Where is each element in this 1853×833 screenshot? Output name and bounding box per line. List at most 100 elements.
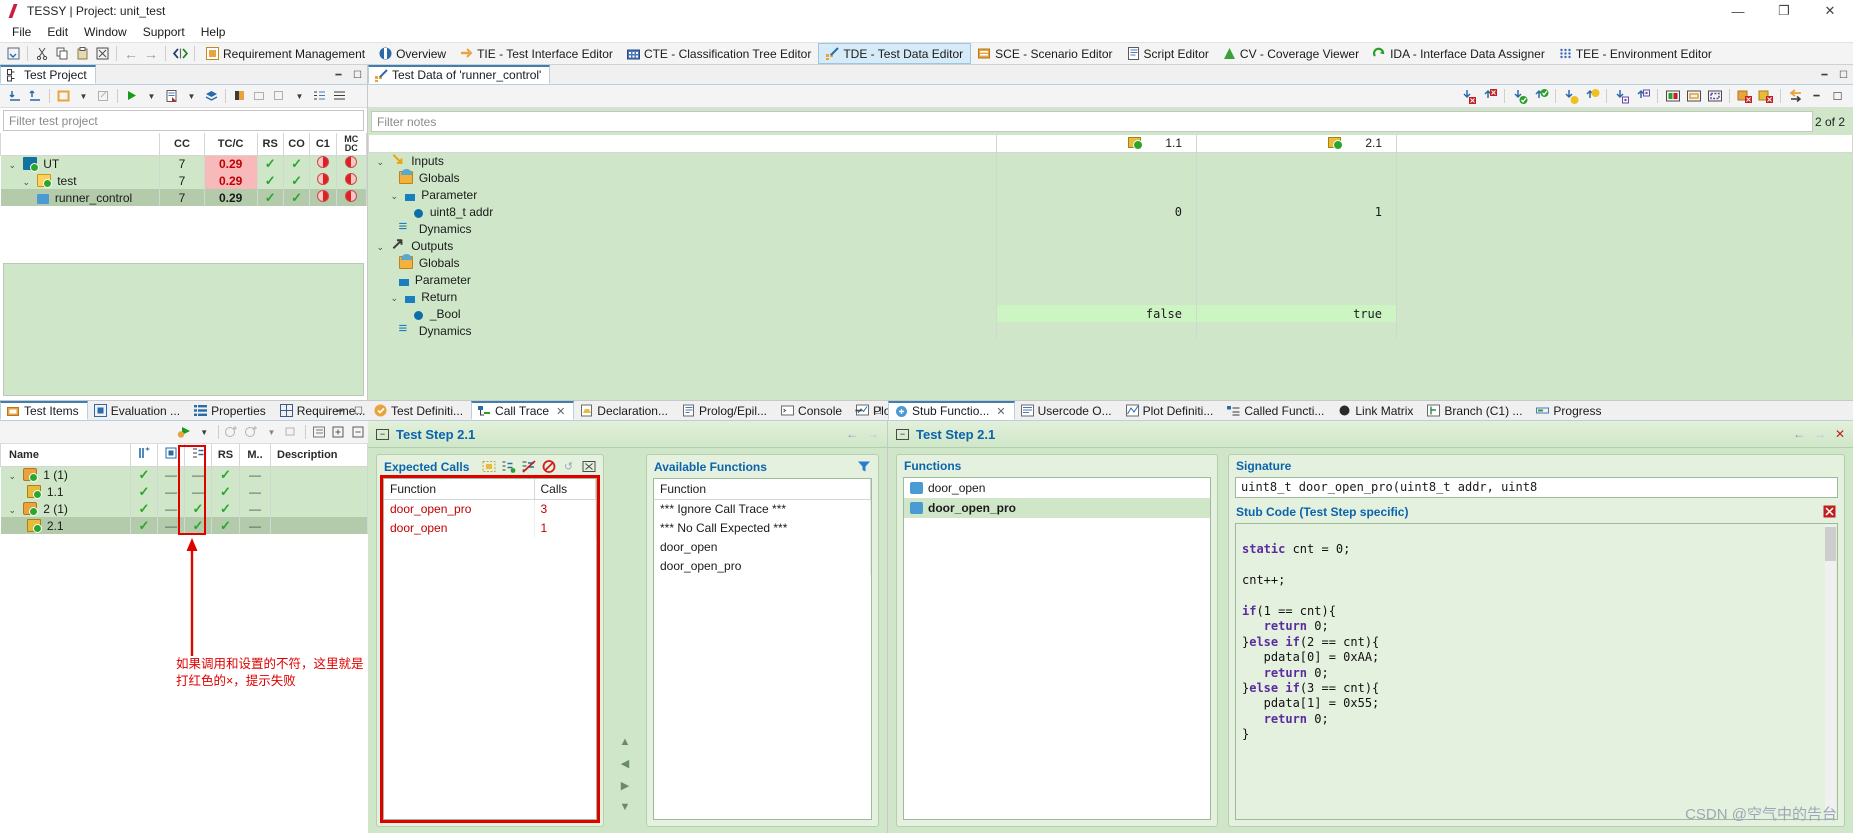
perspective-tee[interactable]: TEE - Environment Editor	[1552, 43, 1719, 64]
menu-window[interactable]: Window	[76, 23, 135, 41]
previous-step-icon[interactable]: ←	[1793, 427, 1805, 441]
row-name-cell[interactable]: uint8_t addr	[369, 203, 997, 220]
row-name-cell[interactable]: Globals	[369, 254, 997, 271]
table-row[interactable]: _Bool false true	[369, 305, 1853, 322]
function-name[interactable]: door_open	[654, 537, 871, 556]
maximize-panel-icon[interactable]: ☐	[1837, 69, 1850, 82]
move-left-icon[interactable]: ◀	[621, 757, 629, 770]
next-step-icon[interactable]: →	[867, 427, 879, 441]
cut-icon[interactable]	[32, 44, 52, 63]
run-dropdown-icon[interactable]: ▼	[195, 423, 214, 442]
save-icon[interactable]	[3, 44, 23, 63]
step-2-value[interactable]	[1197, 322, 1397, 339]
accept-down-icon[interactable]	[1510, 87, 1529, 106]
step-2-value[interactable]	[1197, 186, 1397, 203]
step-1-value[interactable]: false	[997, 305, 1197, 322]
table-row[interactable]: ⌄ test 7 0.29 ✓ ✓	[1, 172, 367, 189]
step-2-value[interactable]	[1197, 288, 1397, 305]
function-name[interactable]: *** Ignore Call Trace ***	[654, 499, 871, 518]
expander-icon[interactable]: ⌄	[9, 160, 20, 171]
delete-icon[interactable]	[92, 44, 112, 63]
minimize-panel-icon[interactable]: ━	[852, 405, 865, 418]
new-test-folder-icon[interactable]	[230, 87, 249, 106]
tde-filter-input[interactable]: Filter notes	[371, 111, 1813, 132]
scroll-thumb[interactable]	[1825, 527, 1836, 561]
step-1-value[interactable]	[997, 271, 1197, 288]
row-name-cell[interactable]: ⌄ test	[1, 172, 160, 189]
test-project-filter-input[interactable]: Filter test project	[3, 110, 364, 131]
menu-file[interactable]: File	[4, 23, 39, 41]
new-module-dropdown-icon[interactable]: ▼	[74, 87, 93, 106]
move-up-icon[interactable]: ▲	[620, 736, 631, 748]
col-rs[interactable]: RS	[212, 444, 240, 466]
tab-test-definition[interactable]: Test Definiti...	[368, 401, 471, 420]
expander-icon[interactable]: ⌄	[9, 505, 20, 516]
tab-test-items[interactable]: Test Items	[0, 401, 88, 420]
export-icon[interactable]	[26, 87, 45, 106]
col-call-trace-status[interactable]	[185, 444, 212, 466]
row-name-cell[interactable]: ⌄ Return	[369, 288, 997, 305]
table-row[interactable]: ⌄ Outputs	[369, 237, 1853, 254]
previous-step-icon[interactable]: ←	[846, 427, 858, 441]
col-cc[interactable]: CC	[160, 133, 205, 155]
col-function[interactable]: Function	[654, 479, 871, 499]
new-module-icon[interactable]	[54, 87, 73, 106]
list-item[interactable]: *** No Call Expected ***	[654, 518, 871, 537]
add-testcase-icon[interactable]	[1480, 87, 1499, 106]
menu-support[interactable]: Support	[135, 23, 193, 41]
function-name[interactable]: door_open	[384, 518, 534, 537]
add-call-icon[interactable]	[501, 459, 516, 474]
tab-declaration[interactable]: Declaration...	[574, 401, 676, 420]
table-row[interactable]: ⌄ Inputs	[369, 152, 1853, 169]
accept-up-icon[interactable]	[1531, 87, 1550, 106]
step-2-value[interactable]	[1197, 254, 1397, 271]
col-step-1[interactable]: 1.1	[997, 135, 1197, 152]
row-name-cell[interactable]: runner_control	[1, 189, 160, 206]
clear-all-icon[interactable]	[581, 459, 596, 474]
col-tcc[interactable]: TC/C	[204, 133, 257, 155]
table-row[interactable]: ⌄ 1 (1) ✓ — — ✓ —	[1, 466, 368, 483]
table-row[interactable]: Dynamics	[369, 322, 1853, 339]
function-name[interactable]: *** No Call Expected ***	[654, 518, 871, 537]
undo-icon[interactable]: ↺	[561, 459, 576, 474]
collapse-all-icon[interactable]	[349, 423, 368, 442]
row-name-cell[interactable]: ⌄ Outputs	[369, 237, 997, 254]
delete-testcase-icon[interactable]	[1459, 87, 1478, 106]
tab-plot-definition[interactable]: Plot Definiti...	[1120, 401, 1222, 420]
delete-step-icon[interactable]	[1756, 87, 1775, 106]
list-item[interactable]: *** Ignore Call Trace ***	[654, 499, 871, 518]
col-mcdc[interactable]: MCDC	[336, 133, 366, 155]
select-all-icon[interactable]	[481, 459, 496, 474]
layers-icon[interactable]	[202, 87, 221, 106]
test-items-tree[interactable]: Name RS M.. Descr	[0, 444, 368, 833]
close-button[interactable]: ✕	[1807, 0, 1853, 22]
step-2-value[interactable]	[1197, 271, 1397, 288]
step-1-value[interactable]	[997, 220, 1197, 237]
tde-grid[interactable]: 1.1 2.1 ⌄ In	[368, 135, 1853, 400]
row-name-cell[interactable]: Parameter	[369, 271, 997, 288]
row-name-cell[interactable]: Globals	[369, 169, 997, 186]
col-rs[interactable]: RS	[257, 133, 283, 155]
copy-icon[interactable]	[52, 44, 72, 63]
run-test-item-icon[interactable]	[175, 423, 194, 442]
col-testcase-status[interactable]	[131, 444, 158, 466]
perspective-cv[interactable]: CV - Coverage Viewer	[1216, 43, 1366, 64]
tab-link-matrix[interactable]: Link Matrix	[1332, 401, 1421, 420]
function-name[interactable]: door_open_pro	[384, 499, 534, 518]
calls-count[interactable]: 1	[534, 518, 596, 537]
function-name[interactable]: door_open_pro	[654, 556, 871, 575]
tab-evaluation[interactable]: Evaluation ...	[88, 401, 188, 420]
minimize-panel-icon[interactable]: ━	[333, 405, 346, 418]
menu-help[interactable]: Help	[193, 23, 234, 41]
move-right-icon[interactable]: ▶	[621, 779, 629, 792]
row-name-cell[interactable]: ⌄ 1 (1)	[1, 466, 131, 483]
table-row[interactable]: door_open 1	[384, 518, 596, 537]
tab-stub-functions[interactable]: Stub Functio... ✕	[888, 401, 1015, 420]
table-row[interactable]: 1.1 ✓ — — ✓ —	[1, 483, 368, 500]
add-teststep-icon[interactable]	[242, 423, 261, 442]
col-name[interactable]: Name	[1, 444, 131, 466]
table-row[interactable]: Dynamics	[369, 220, 1853, 237]
row-name-cell[interactable]: ⌄ Inputs	[369, 152, 997, 169]
run-test-icon[interactable]	[122, 87, 141, 106]
perspective-sce[interactable]: SCE - Scenario Editor	[971, 43, 1119, 64]
